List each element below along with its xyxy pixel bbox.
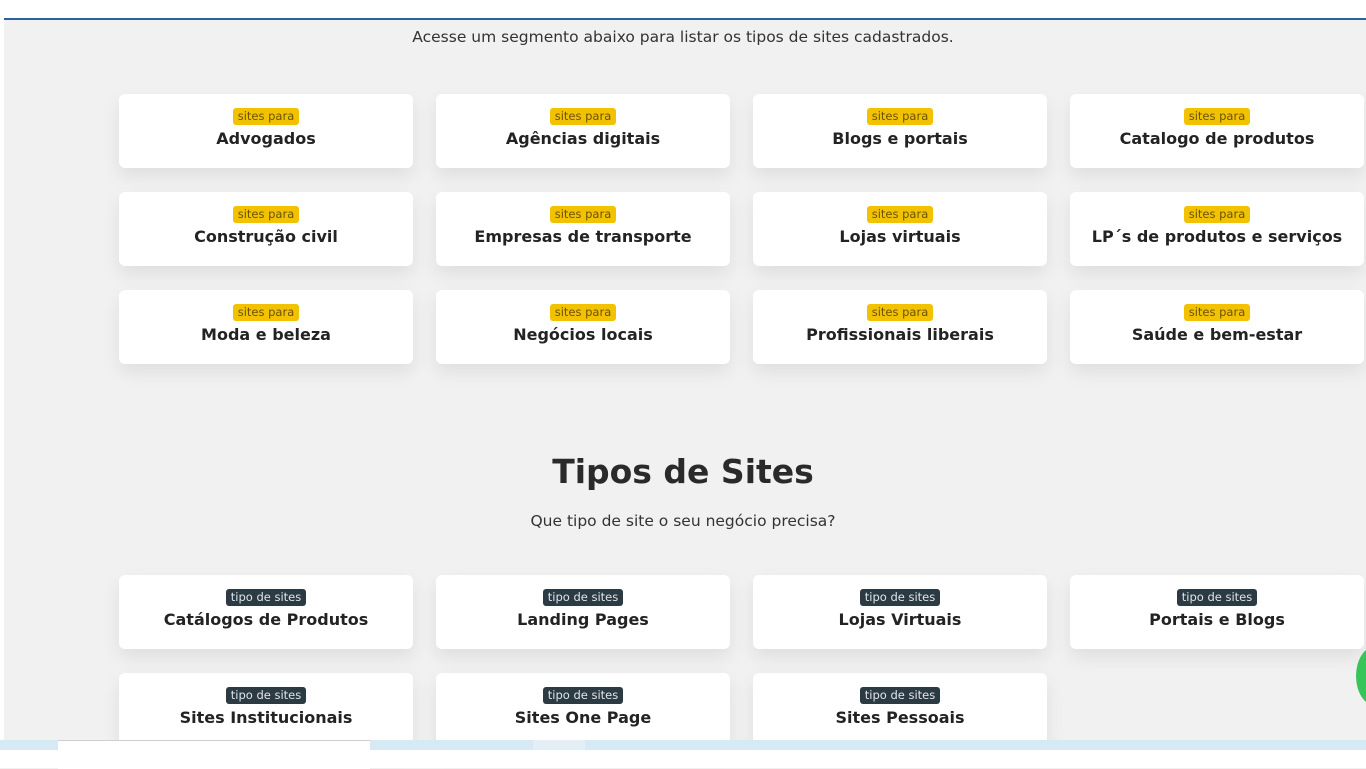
segment-badge: sites para: [866, 108, 934, 125]
segment-card-lps-de-produtos-e-servicos[interactable]: sites para LP´s de produtos e serviços: [1070, 192, 1364, 266]
segment-badge: sites para: [549, 108, 617, 125]
tipo-badge: tipo de sites: [1176, 589, 1258, 606]
segment-title: Catalogo de produtos: [1119, 129, 1315, 148]
segment-card-agencias-digitais[interactable]: sites para Agências digitais: [436, 94, 730, 168]
segment-badge: sites para: [232, 108, 300, 125]
tipo-title: Portais e Blogs: [1149, 610, 1285, 629]
segment-card-negocios-locais[interactable]: sites para Negócios locais: [436, 290, 730, 364]
segment-title: Construção civil: [194, 227, 338, 246]
tipo-badge: tipo de sites: [225, 687, 307, 704]
segment-card-advogados[interactable]: sites para Advogados: [119, 94, 413, 168]
segment-title: Moda e beleza: [201, 325, 331, 344]
bottom-strip-segment: [533, 740, 585, 750]
segment-title: Blogs e portais: [832, 129, 968, 148]
tipos-section-subtitle: Que tipo de site o seu negócio precisa?: [530, 512, 836, 530]
segment-card-lojas-virtuais[interactable]: sites para Lojas virtuais: [753, 192, 1047, 266]
tipo-badge: tipo de sites: [542, 687, 624, 704]
segment-card-saude-e-bem-estar[interactable]: sites para Saúde e bem-estar: [1070, 290, 1364, 364]
segment-title: Profissionais liberais: [806, 325, 994, 344]
segment-badge: sites para: [866, 304, 934, 321]
tipo-card-portais-e-blogs[interactable]: tipo de sites Portais e Blogs: [1070, 575, 1364, 649]
tipo-title: Lojas Virtuais: [838, 610, 962, 629]
segments-intro-text: Acesse um segmento abaixo para listar os…: [412, 28, 954, 46]
segment-card-profissionais-liberais[interactable]: sites para Profissionais liberais: [753, 290, 1047, 364]
header-area: [0, 0, 1366, 18]
tipo-title: Sites Pessoais: [835, 708, 965, 727]
tipo-card-lojas-virtuais[interactable]: tipo de sites Lojas Virtuais: [753, 575, 1047, 649]
tipo-badge: tipo de sites: [542, 589, 624, 606]
segment-badge: sites para: [232, 304, 300, 321]
tipo-card-sites-one-page[interactable]: tipo de sites Sites One Page: [436, 673, 730, 747]
whatsapp-chat-icon[interactable]: [1356, 646, 1366, 706]
tipo-title: Catálogos de Produtos: [163, 610, 369, 629]
segment-card-catalogo-de-produtos[interactable]: sites para Catalogo de produtos: [1070, 94, 1364, 168]
segment-card-empresas-de-transporte[interactable]: sites para Empresas de transporte: [436, 192, 730, 266]
segment-title: Lojas virtuais: [839, 227, 961, 246]
tipo-badge: tipo de sites: [859, 589, 941, 606]
segment-card-construcao-civil[interactable]: sites para Construção civil: [119, 192, 413, 266]
segment-badge: sites para: [1183, 108, 1251, 125]
tipo-title: Landing Pages: [517, 610, 649, 629]
segment-title: Agências digitais: [505, 129, 661, 148]
segment-card-moda-e-beleza[interactable]: sites para Moda e beleza: [119, 290, 413, 364]
tipo-card-landing-pages[interactable]: tipo de sites Landing Pages: [436, 575, 730, 649]
left-edge: [0, 0, 4, 768]
segment-title: Saúde e bem-estar: [1131, 325, 1303, 344]
segment-title: LP´s de produtos e serviços: [1091, 227, 1343, 246]
segment-title: Empresas de transporte: [474, 227, 692, 246]
tipo-badge: tipo de sites: [225, 589, 307, 606]
bottom-tab[interactable]: [58, 740, 370, 769]
segment-badge: sites para: [866, 206, 934, 223]
segment-badge: sites para: [1183, 304, 1251, 321]
tipo-title: Sites One Page: [514, 708, 652, 727]
segment-badge: sites para: [1183, 206, 1251, 223]
segment-badge: sites para: [549, 304, 617, 321]
segment-card-blogs-e-portais[interactable]: sites para Blogs e portais: [753, 94, 1047, 168]
tipo-card-sites-institucionais[interactable]: tipo de sites Sites Institucionais: [119, 673, 413, 747]
segment-title: Advogados: [216, 129, 316, 148]
tipo-title: Sites Institucionais: [179, 708, 353, 727]
tipo-badge: tipo de sites: [859, 687, 941, 704]
tipo-card-catalogos-de-produtos[interactable]: tipo de sites Catálogos de Produtos: [119, 575, 413, 649]
segment-badge: sites para: [232, 206, 300, 223]
tipo-card-sites-pessoais[interactable]: tipo de sites Sites Pessoais: [753, 673, 1047, 747]
header-divider: [0, 18, 1366, 20]
segment-title: Negócios locais: [513, 325, 653, 344]
tipos-section-title: Tipos de Sites: [552, 452, 814, 491]
segment-badge: sites para: [549, 206, 617, 223]
